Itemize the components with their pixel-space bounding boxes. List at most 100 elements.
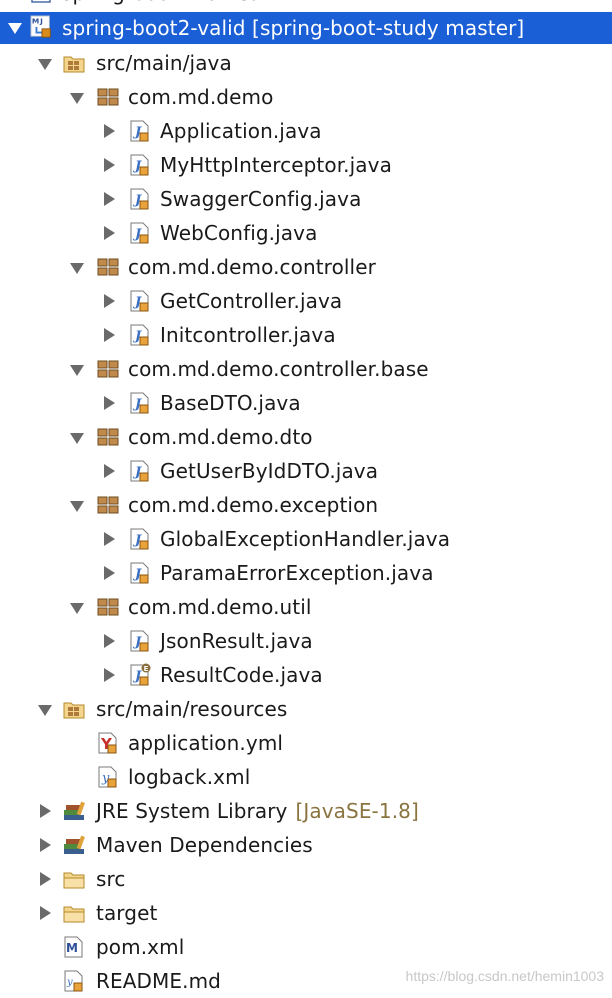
tree-item-java-file[interactable]: J Application.java bbox=[0, 114, 612, 148]
tree-item-java-file[interactable]: J WebConfig.java bbox=[0, 216, 612, 250]
svg-text:M: M bbox=[66, 941, 78, 955]
tree-item-label: SwaggerConfig.java bbox=[160, 187, 362, 211]
collapse-arrow-icon[interactable] bbox=[104, 294, 115, 308]
tree-item-xml-file[interactable]: y logback.xml bbox=[0, 760, 612, 794]
svg-text:J: J bbox=[39, 16, 43, 25]
tree-item-label: com.md.demo bbox=[128, 85, 274, 109]
svg-text:M: M bbox=[32, 16, 39, 25]
yaml-file-icon: Y bbox=[98, 732, 117, 754]
tree-item-label: WebConfig.java bbox=[160, 221, 318, 245]
xml-file-icon: y bbox=[98, 766, 117, 788]
tree-item-package[interactable]: com.md.demo.controller.base bbox=[0, 352, 612, 386]
expand-arrow-icon[interactable] bbox=[70, 365, 84, 376]
tree-item-java-file[interactable]: J GetController.java bbox=[0, 284, 612, 318]
tree-item-label: JsonResult.java bbox=[160, 629, 313, 653]
java-file-icon: J bbox=[130, 562, 149, 584]
tree-item-java-file[interactable]: J JsonResult.java bbox=[0, 624, 612, 658]
jre-version-decoration: [JavaSE-1.8] bbox=[295, 799, 419, 823]
package-icon bbox=[97, 88, 119, 106]
expand-arrow-icon[interactable] bbox=[38, 59, 52, 70]
tree-item-label: logback.xml bbox=[128, 765, 251, 789]
tree-item-label: com.md.demo.controller.base bbox=[128, 357, 429, 381]
tree-item-package[interactable]: com.md.demo.exception bbox=[0, 488, 612, 522]
tree-item-label: target bbox=[96, 901, 158, 925]
collapse-arrow-icon[interactable] bbox=[104, 396, 115, 410]
tree-item-label: application.yml bbox=[128, 731, 284, 755]
expand-arrow-icon[interactable] bbox=[70, 263, 84, 274]
java-file-icon: J bbox=[130, 324, 149, 346]
tree-item-package[interactable]: com.md.demo.dto bbox=[0, 420, 612, 454]
tree-item-pom-file[interactable]: M pom.xml bbox=[0, 930, 612, 964]
collapse-arrow-icon[interactable] bbox=[40, 804, 51, 818]
java-file-icon: J bbox=[130, 154, 149, 176]
collapse-arrow-icon[interactable] bbox=[104, 668, 115, 682]
tree-item-java-file[interactable]: J SwaggerConfig.java bbox=[0, 182, 612, 216]
collapse-arrow-icon[interactable] bbox=[40, 906, 51, 920]
watermark: https://blog.csdn.net/hemin1003 bbox=[405, 968, 604, 984]
tree-item-java-file[interactable]: J BaseDTO.java bbox=[0, 386, 612, 420]
tree-item-label: pom.xml bbox=[96, 935, 185, 959]
expand-arrow-icon[interactable] bbox=[38, 705, 52, 716]
tree-item-source-folder[interactable]: src/main/java bbox=[0, 46, 612, 80]
collapse-arrow-icon[interactable] bbox=[104, 566, 115, 580]
collapse-arrow-icon[interactable] bbox=[104, 226, 115, 240]
source-folder-icon bbox=[63, 56, 85, 73]
tree-item-library[interactable]: JRE System Library [JavaSE-1.8] bbox=[0, 794, 612, 828]
tree-item-java-file[interactable]: J GetUserByIdDTO.java bbox=[0, 454, 612, 488]
collapse-arrow-icon[interactable] bbox=[104, 192, 115, 206]
collapse-arrow-icon[interactable] bbox=[104, 124, 115, 138]
tree-item-label: README.md bbox=[96, 969, 221, 993]
tree-item-label: com.md.demo.controller bbox=[128, 255, 376, 279]
tree-item-source-folder[interactable]: src/main/resources bbox=[0, 692, 612, 726]
collapse-arrow-icon[interactable] bbox=[104, 328, 115, 342]
java-enum-file-icon: J E bbox=[130, 663, 151, 686]
library-icon bbox=[64, 801, 85, 820]
tree-item-label: spring-boot2-valid [spring-boot-study ma… bbox=[62, 16, 525, 40]
tree-item-label: GlobalExceptionHandler.java bbox=[160, 527, 451, 551]
tree-item-java-file[interactable]: J Initcontroller.java bbox=[0, 318, 612, 352]
tree-item-java-file[interactable]: J MyHttpInterceptor.java bbox=[0, 148, 612, 182]
tree-item-package[interactable]: com.md.demo.controller bbox=[0, 250, 612, 284]
folder-icon bbox=[63, 906, 85, 923]
tree-item-package[interactable]: com.md.demo bbox=[0, 80, 612, 114]
tree-item-folder[interactable]: src bbox=[0, 862, 612, 896]
tree-item-java-file[interactable]: J GlobalExceptionHandler.java bbox=[0, 522, 612, 556]
tree-item-label: GetUserByIdDTO.java bbox=[160, 459, 379, 483]
expand-arrow-icon[interactable] bbox=[8, 23, 22, 34]
tree-item-label: MyHttpInterceptor.java bbox=[160, 153, 392, 177]
collapse-arrow-icon[interactable] bbox=[104, 464, 115, 478]
maven-pom-file-icon: M bbox=[64, 936, 83, 958]
java-file-icon: J bbox=[130, 222, 149, 244]
collapse-arrow-icon[interactable] bbox=[104, 532, 115, 546]
tree-item-label: ResultCode.java bbox=[160, 663, 323, 687]
tree-item-previous-project[interactable]: spring-boot2-tomcat bbox=[0, 0, 612, 8]
tree-item-project[interactable]: M J spring-boot2-valid [spring-boot-stud… bbox=[0, 12, 612, 44]
svg-text:E: E bbox=[144, 665, 149, 673]
package-explorer-tree: spring-boot2-tomcat M J spring-boot2-val… bbox=[0, 0, 612, 994]
tree-item-label: src/main/java bbox=[96, 51, 232, 75]
package-icon bbox=[97, 360, 119, 378]
expand-arrow-icon[interactable] bbox=[70, 501, 84, 512]
tree-item-label: src/main/resources bbox=[96, 697, 288, 721]
collapse-arrow-icon[interactable] bbox=[104, 158, 115, 172]
tree-item-label: com.md.demo.util bbox=[128, 595, 312, 619]
svg-text:y: y bbox=[66, 977, 73, 988]
tree-item-package[interactable]: com.md.demo.util bbox=[0, 590, 612, 624]
tree-item-folder[interactable]: target bbox=[0, 896, 612, 930]
collapse-arrow-icon[interactable] bbox=[104, 634, 115, 648]
tree-item-label: com.md.demo.dto bbox=[128, 425, 313, 449]
tree-item-yaml-file[interactable]: Y application.yml bbox=[0, 726, 612, 760]
tree-item-label: Maven Dependencies bbox=[96, 833, 313, 857]
expand-arrow-icon[interactable] bbox=[70, 93, 84, 104]
collapse-arrow-icon[interactable] bbox=[40, 838, 51, 852]
expand-arrow-icon[interactable] bbox=[70, 603, 84, 614]
collapse-arrow-icon[interactable] bbox=[40, 872, 51, 886]
tree-item-java-file[interactable]: J ParamaErrorException.java bbox=[0, 556, 612, 590]
tree-item-library[interactable]: Maven Dependencies bbox=[0, 828, 612, 862]
maven-java-project-icon: M J bbox=[30, 15, 51, 38]
expand-arrow-icon[interactable] bbox=[70, 433, 84, 444]
tree-item-label: JRE System Library [JavaSE-1.8] bbox=[96, 799, 419, 823]
tree-item-label: BaseDTO.java bbox=[160, 391, 301, 415]
tree-item-java-file[interactable]: J E ResultCode.java bbox=[0, 658, 612, 692]
java-file-icon: J bbox=[130, 290, 149, 312]
